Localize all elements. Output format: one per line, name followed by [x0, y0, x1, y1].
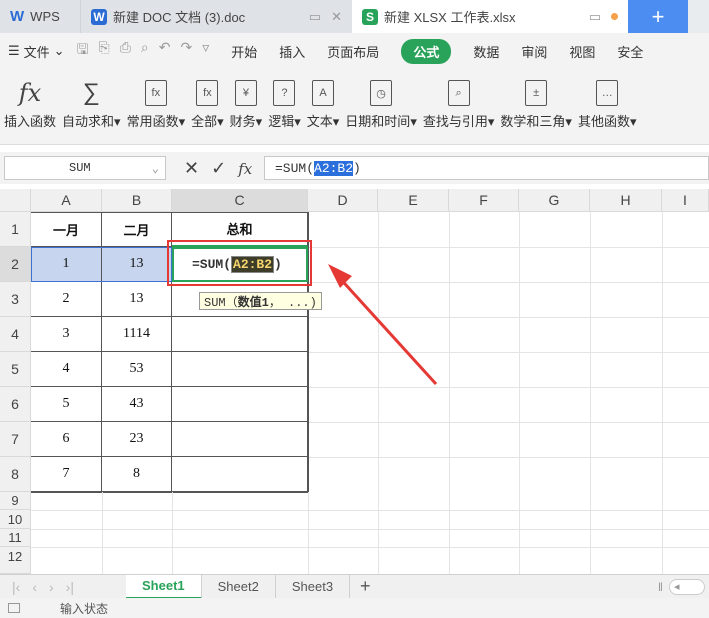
- sheet-tab-3[interactable]: Sheet3: [276, 574, 351, 599]
- status-bar: 输入状态: [0, 598, 709, 618]
- first-sheet-icon[interactable]: |‹: [12, 579, 20, 595]
- sheet-tab-bar: |‹ ‹ › ›| Sheet1 Sheet2 Sheet3 + ‖ ◂: [0, 574, 709, 599]
- prev-sheet-icon[interactable]: ‹: [32, 579, 37, 595]
- scroll-left-icon[interactable]: ◂: [669, 578, 705, 595]
- status-text: 输入状态: [60, 601, 109, 616]
- sheet-tab-1[interactable]: Sheet1: [126, 574, 202, 599]
- sheet-nav: |‹ ‹ › ›|: [0, 579, 126, 595]
- red-arrow-annotation: [328, 264, 438, 386]
- next-sheet-icon[interactable]: ›: [49, 579, 54, 595]
- last-sheet-icon[interactable]: ›|: [66, 579, 74, 595]
- sheet-tab-2[interactable]: Sheet2: [202, 574, 276, 599]
- horizontal-scroll-controls: ‖ ◂: [658, 578, 705, 595]
- add-sheet-button[interactable]: +: [350, 576, 371, 597]
- sheet-status-icon: [8, 603, 20, 613]
- scroll-divider-icon[interactable]: ‖: [658, 580, 663, 594]
